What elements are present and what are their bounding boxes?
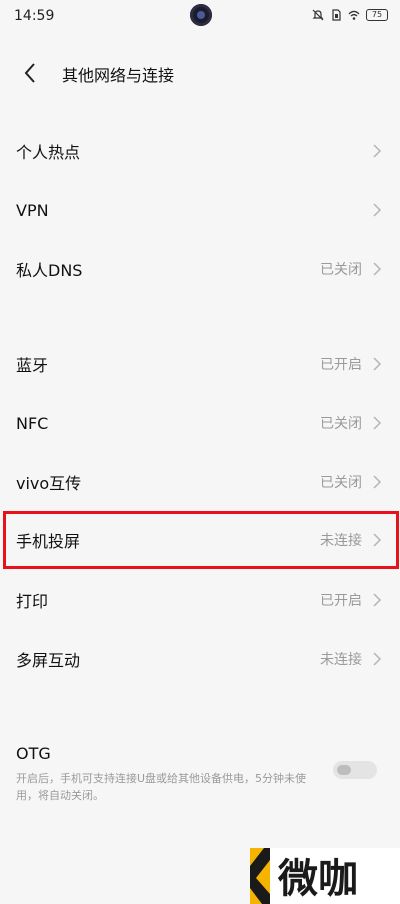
- row-label: 多屏互动: [16, 651, 81, 670]
- row-value: 已开启: [320, 593, 362, 609]
- row-value: 已关闭: [320, 416, 362, 432]
- row-label: 蓝牙: [16, 356, 49, 375]
- row-value: 已开启: [320, 357, 362, 373]
- row-nfc[interactable]: NFC 已关闭: [0, 394, 400, 452]
- chevron-right-icon: [373, 357, 382, 371]
- chevron-right-icon: [373, 262, 382, 276]
- row-label: 打印: [16, 592, 49, 611]
- status-time: 14:59: [14, 8, 55, 24]
- row-multi-screen[interactable]: 多屏互动 未连接: [0, 630, 400, 688]
- highlight-box: [3, 511, 399, 569]
- chevron-right-icon: [373, 652, 382, 666]
- chevron-right-icon: [373, 475, 382, 489]
- back-arrow-icon: [24, 63, 35, 83]
- row-value: 未连接: [320, 652, 362, 668]
- row-label: 个人热点: [16, 143, 81, 162]
- battery-icon: 75: [366, 9, 388, 21]
- status-icons: 75: [312, 9, 388, 21]
- toggle-knob: [337, 765, 351, 775]
- chevron-right-icon: [373, 203, 382, 217]
- watermark-text: 微咖: [277, 856, 358, 902]
- status-bar: 14:59 75: [0, 0, 400, 34]
- otg-title: OTG: [16, 744, 51, 763]
- chevron-right-icon: [373, 144, 382, 158]
- watermark-logo: 微咖: [250, 848, 400, 904]
- row-label: 私人DNS: [16, 261, 83, 280]
- mute-icon: [312, 9, 324, 21]
- page-title: 其他网络与连接: [62, 66, 175, 85]
- sim-icon: [332, 9, 341, 21]
- otg-toggle[interactable]: [333, 761, 377, 779]
- row-label: vivo互传: [16, 474, 82, 493]
- front-camera: [190, 4, 212, 26]
- otg-description: 开启后，手机可支持连接U盘或给其他设备供电，5分钟未使用，将自动关闭。: [16, 772, 307, 802]
- row-print[interactable]: 打印 已开启: [0, 571, 400, 629]
- row-label: NFC: [16, 413, 49, 433]
- wifi-icon: [348, 10, 360, 20]
- row-vpn[interactable]: VPN: [0, 181, 400, 239]
- row-bluetooth[interactable]: 蓝牙 已开启: [0, 335, 400, 393]
- header: 其他网络与连接: [0, 50, 400, 94]
- chevron-right-icon: [373, 416, 382, 430]
- row-private-dns[interactable]: 私人DNS 已关闭: [0, 240, 400, 298]
- back-button[interactable]: [16, 60, 44, 86]
- row-personal-hotspot[interactable]: 个人热点: [0, 122, 400, 180]
- chevron-right-icon: [373, 593, 382, 607]
- row-value: 已关闭: [320, 262, 362, 278]
- otg-setting: OTG 开启后，手机可支持连接U盘或给其他设备供电，5分钟未使用，将自动关闭。: [0, 738, 400, 818]
- row-value: 已关闭: [320, 475, 362, 491]
- row-vivo-share[interactable]: vivo互传 已关闭: [0, 453, 400, 511]
- row-label: VPN: [16, 200, 49, 220]
